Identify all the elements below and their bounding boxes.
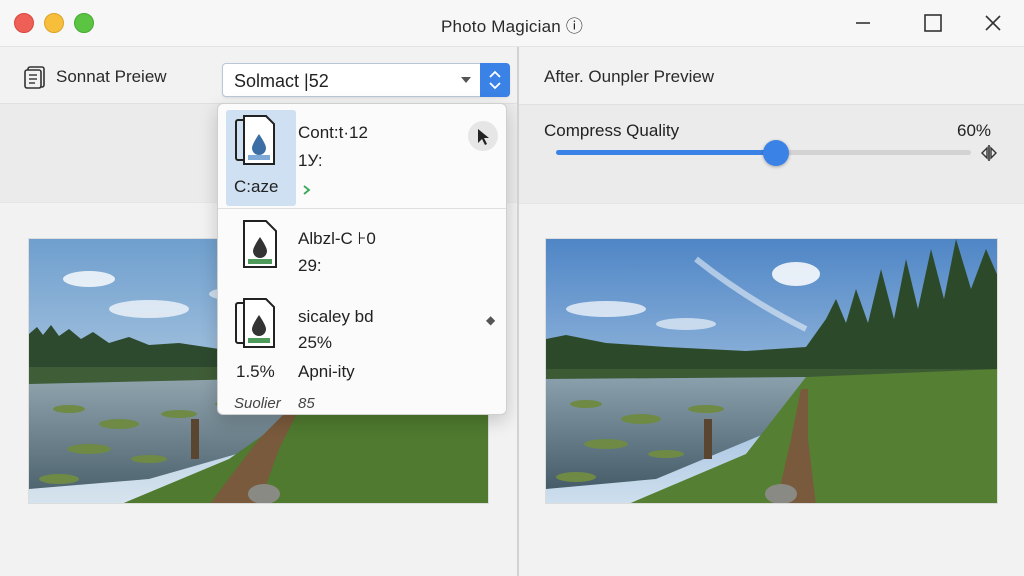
- chevron-right-icon: [302, 182, 312, 195]
- maximize-icon[interactable]: [918, 8, 948, 38]
- option-name: Suolier: [234, 395, 281, 412]
- compress-quality-value: 60%: [957, 121, 992, 140]
- layers-icon: [22, 64, 48, 90]
- option-detail: 29:: [298, 256, 322, 275]
- compare-icon[interactable]: [979, 143, 999, 163]
- option-right-value: Apni-ity: [298, 362, 355, 381]
- compressed-photo: [545, 238, 998, 504]
- option-detail: 1У:: [298, 151, 323, 170]
- slider-fill: [556, 150, 776, 155]
- option-detail: 25%: [298, 333, 333, 352]
- format-select[interactable]: Solmact |52: [222, 63, 510, 97]
- left-preview-pane: Sonnat Preiew Solmact |52 C:aze Cont:t·1…: [0, 47, 517, 576]
- dropdown-option[interactable]: sicaley bd 25% 1.5% Apni-ity ◆: [218, 289, 506, 389]
- left-pane-title: Sonnat Preiew: [56, 67, 167, 86]
- title-bar: Photo Magician ⓘ: [0, 0, 1024, 47]
- dropdown-option-selected[interactable]: C:aze Cont:t·12 1У:: [218, 104, 506, 208]
- cursor-icon: [468, 121, 498, 151]
- right-pane-title: After. Ounpler Preview: [544, 67, 715, 86]
- spin-arrows-icon[interactable]: [480, 63, 510, 97]
- format-dropdown-list: C:aze Cont:t·12 1У: Albzl-C ⊦0 29: sical…: [217, 103, 507, 415]
- option-name: Albzl-C ⊦0: [298, 229, 376, 248]
- option-detail: 85: [298, 395, 315, 412]
- option-name: sicaley bd: [298, 307, 374, 326]
- compress-quality-label: Compress Quality: [544, 121, 680, 140]
- minimize-icon[interactable]: [848, 8, 878, 38]
- option-left-value: 1.5%: [236, 362, 275, 381]
- compress-quality-slider[interactable]: [556, 140, 971, 166]
- document-icon: [234, 297, 280, 356]
- option-name: Cont:t·12: [298, 123, 368, 142]
- format-select-value: Solmact |52: [234, 71, 329, 91]
- dropdown-option[interactable]: Albzl-C ⊦0 29:: [218, 209, 506, 289]
- option-caption: C:aze: [234, 177, 279, 196]
- bullet-icon: ◆: [486, 313, 496, 327]
- slider-thumb[interactable]: [762, 140, 789, 166]
- dropdown-option[interactable]: Suolier 85: [218, 389, 506, 413]
- close-icon[interactable]: [978, 8, 1008, 38]
- document-icon: [234, 114, 280, 175]
- document-icon: [240, 219, 280, 276]
- app-window: Photo Magician ⓘ Sonnat Preiew Solmact |…: [0, 0, 1024, 576]
- chevron-down-icon: [461, 77, 471, 83]
- right-preview-pane: After. Ounpler Preview Compress Quality …: [519, 47, 1024, 576]
